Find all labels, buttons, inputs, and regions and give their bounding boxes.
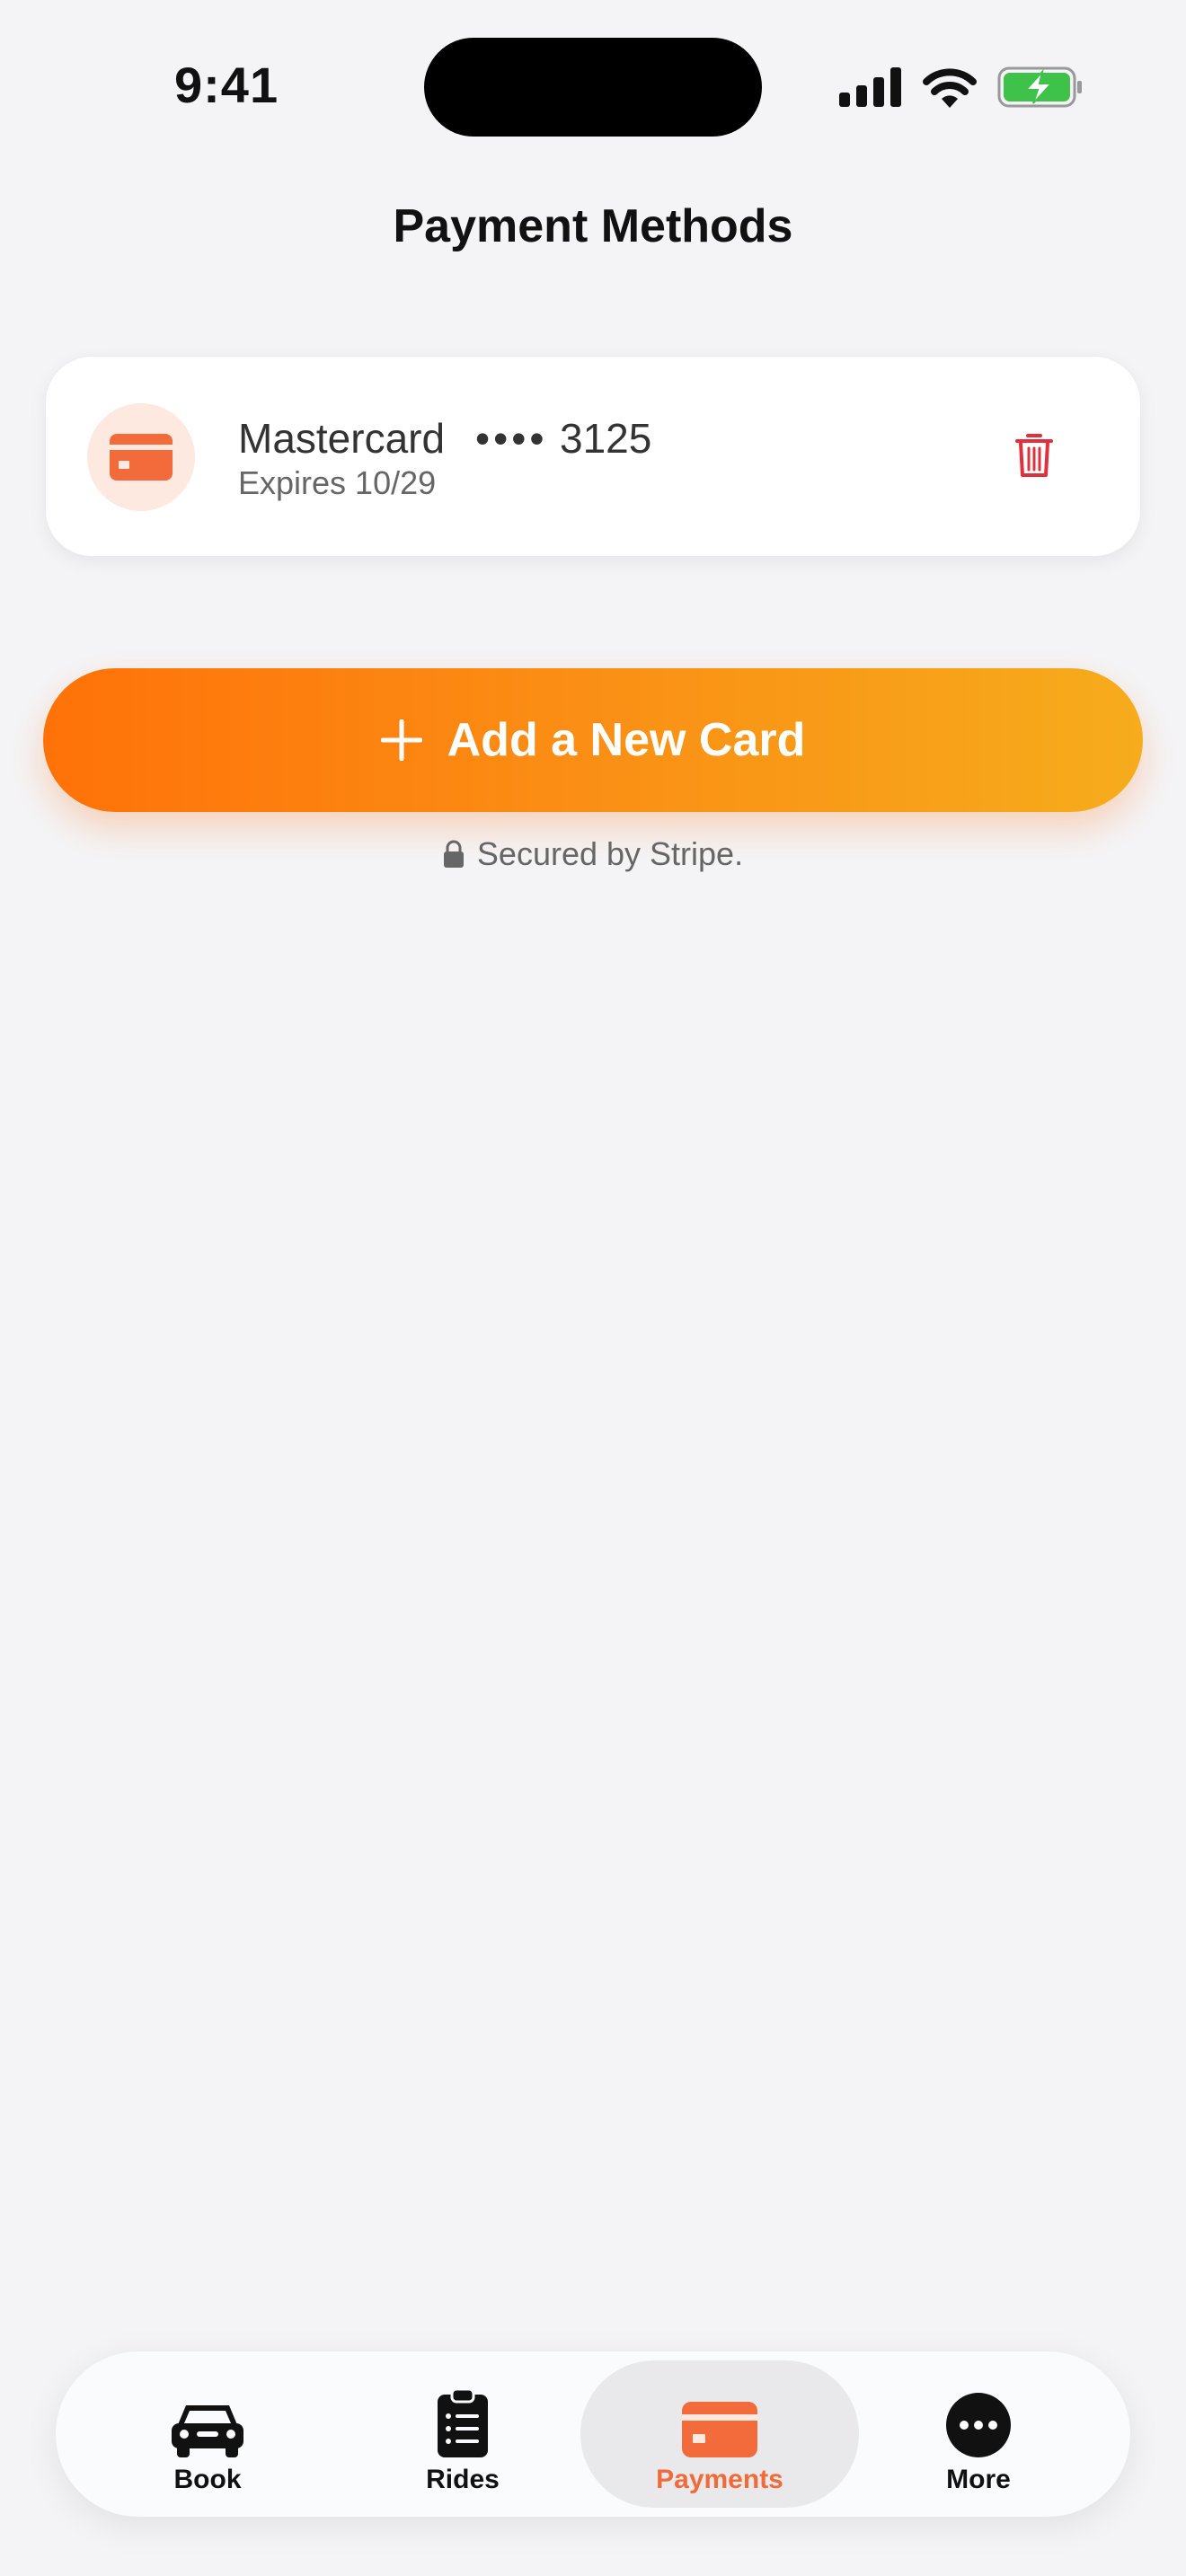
wifi-icon	[923, 68, 977, 108]
tab-label: Payments	[656, 2465, 783, 2494]
tab-more[interactable]: More	[839, 2360, 1118, 2508]
tab-label: Rides	[426, 2465, 500, 2494]
tab-rides[interactable]: Rides	[323, 2360, 602, 2508]
tab-label: Book	[173, 2465, 242, 2494]
secured-text: Secured by Stripe.	[476, 835, 744, 872]
car-icon	[172, 2405, 243, 2457]
add-card-label: Add a New Card	[447, 714, 806, 766]
lock-icon	[443, 840, 464, 868]
battery-charging-icon	[997, 66, 1082, 108]
cellular-signal-icon	[839, 67, 901, 107]
card-last4: 3125	[560, 415, 652, 462]
saved-card-row[interactable]: Mastercard •••• 3125 Expires 10/29	[45, 356, 1141, 557]
tab-book[interactable]: Book	[68, 2360, 347, 2508]
secured-note: Secured by Stripe.	[0, 835, 1186, 873]
card-masked-digits: ••••	[475, 415, 548, 462]
card-brand: Mastercard	[238, 415, 446, 462]
status-time: 9:41	[174, 57, 279, 113]
page-title: Payment Methods	[393, 200, 793, 252]
status-icons	[839, 65, 1084, 110]
ellipsis-icon	[946, 2393, 1011, 2457]
tab-label: More	[946, 2465, 1011, 2494]
plus-icon	[380, 719, 422, 761]
tab-payments[interactable]: Payments	[580, 2360, 859, 2508]
credit-card-icon	[110, 434, 173, 481]
card-icon	[682, 2402, 757, 2457]
card-badge	[87, 403, 195, 511]
card-expiry: Expires 10/29	[238, 464, 437, 501]
trash-icon	[1015, 434, 1053, 477]
add-card-button[interactable]: Add a New Card	[43, 668, 1143, 812]
clipboard-icon	[438, 2387, 488, 2457]
delete-card-button[interactable]	[1005, 427, 1063, 484]
dynamic-island	[424, 38, 762, 137]
tab-bar: Book Rides Payments More	[56, 2351, 1130, 2517]
